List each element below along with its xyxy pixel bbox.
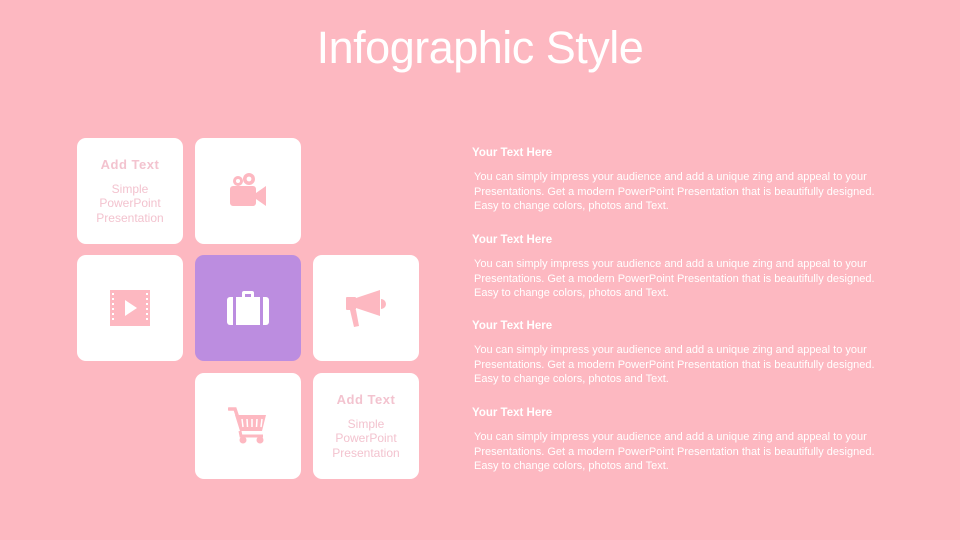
block-body: You can simply impress your audience and… (474, 431, 875, 472)
tile-film-play (77, 255, 183, 361)
block-body: You can simply impress your audience and… (474, 258, 875, 299)
tile-body: Simple PowerPoint Presentation (96, 181, 164, 225)
block-title: Your Text Here (472, 320, 553, 332)
text-block: Your Text Here You can simply impress yo… (472, 234, 892, 301)
tile-megaphone (313, 255, 419, 361)
tile-video-camera (195, 138, 301, 244)
block-body: You can simply impress your audience and… (474, 344, 875, 385)
briefcase-icon (227, 291, 269, 325)
tile-body: Simple PowerPoint Presentation (332, 416, 400, 460)
block-title: Your Text Here (472, 407, 553, 419)
megaphone-icon (346, 290, 386, 327)
slide-title: Infographic Style (316, 22, 644, 73)
tile-heading: Add Text (100, 156, 160, 172)
video-camera-icon (230, 173, 266, 206)
block-title: Your Text Here (472, 147, 553, 159)
block-title: Your Text Here (472, 234, 553, 246)
tile-shopping-cart (195, 373, 301, 479)
text-tile-top: Add Text Simple PowerPoint Presentation (77, 138, 183, 244)
text-block: Your Text Here You can simply impress yo… (472, 407, 892, 474)
text-block: Your Text Here You can simply impress yo… (472, 320, 892, 387)
shopping-cart-icon (228, 407, 266, 444)
film-play-icon (110, 290, 150, 326)
text-block: Your Text Here You can simply impress yo… (472, 147, 892, 214)
block-body: You can simply impress your audience and… (474, 171, 875, 212)
tile-heading: Add Text (336, 391, 396, 407)
text-tile-bottom: Add Text Simple PowerPoint Presentation (313, 373, 419, 479)
tile-briefcase (195, 255, 301, 361)
